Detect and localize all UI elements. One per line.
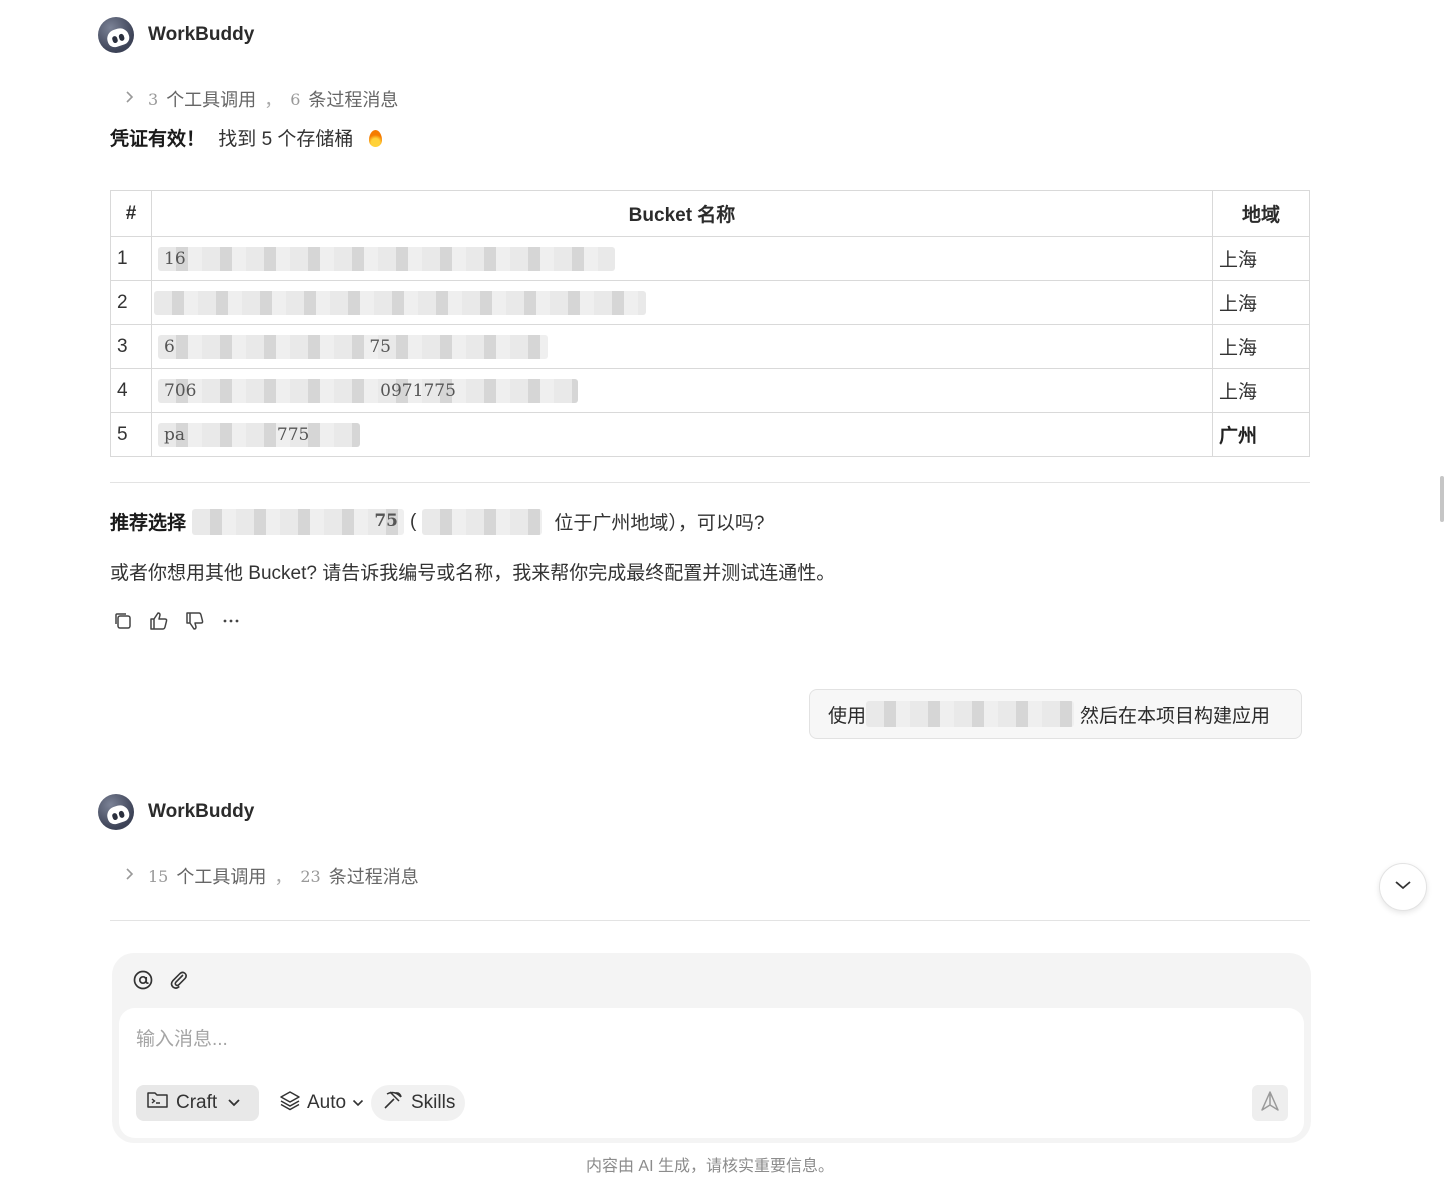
agent-name: WorkBuddy <box>148 24 255 45</box>
chevron-right-icon <box>124 90 140 109</box>
message-actions <box>112 610 242 632</box>
model-select[interactable]: Auto <box>269 1085 374 1121</box>
thumbs-up-icon[interactable] <box>148 610 170 632</box>
bucket-name-cell: 6 75 <box>151 324 1213 369</box>
lead-bold: 凭证有效！ <box>110 129 206 150</box>
row-index: 4 <box>110 368 152 413</box>
bucket-name-cell <box>151 280 1213 325</box>
table-row: 2 上海 <box>110 280 1310 325</box>
separator: ， <box>274 867 293 887</box>
scrollbar-thumb[interactable] <box>1440 476 1444 522</box>
process-summary-toggle[interactable]: 15 个工具调用 ， 23 条过程消息 <box>124 863 419 889</box>
row-index: 2 <box>110 280 152 325</box>
message-count: 6 <box>290 89 301 109</box>
message-label: 条过程消息 <box>308 90 399 110</box>
paren: ( <box>410 510 417 532</box>
agent-name: WorkBuddy <box>148 801 255 822</box>
masked-bucket-name <box>154 290 646 315</box>
chevron-down-icon <box>227 1092 241 1114</box>
masked-bucket-name: 6 75 <box>158 334 548 359</box>
message-input[interactable]: 输入消息... Craft Auto Skills <box>119 1008 1304 1138</box>
divider <box>110 482 1310 483</box>
recommend-bold: 推荐选择 <box>110 513 187 534</box>
row-index: 3 <box>110 324 152 369</box>
user-message-suffix: 然后在本项目构建应用 <box>1080 705 1271 727</box>
copy-icon[interactable] <box>112 610 134 632</box>
lead-text: 找到 5 个存储桶 <box>218 129 354 150</box>
tool-label: 个工具调用 <box>176 867 267 887</box>
message-input-placeholder: 输入消息... <box>136 1029 228 1050</box>
region-cell: 广州 <box>1212 412 1310 457</box>
header-region: 地域 <box>1212 190 1310 237</box>
layers-icon <box>279 1089 301 1117</box>
table-row: 5 pa 775 广州 <box>110 412 1310 457</box>
region-cell: 上海 <box>1212 368 1310 413</box>
skills-button[interactable]: Skills <box>371 1085 466 1121</box>
chevron-down-icon <box>352 1092 364 1114</box>
bucket-table: # Bucket 名称 地域 1 16 上海 2 上海 3 6 75 上海 4 <box>110 190 1310 457</box>
user-message-prefix: 使用 <box>828 705 867 727</box>
user-message: 使用 然后在本项目构建应用 <box>809 689 1302 739</box>
tool-count: 15 <box>148 866 169 886</box>
follow-up-text: 或者你想用其他 Bucket? 请告诉我编号或名称，我来帮你完成最终配置并测试连… <box>110 563 836 584</box>
bucket-name-cell: 706 0971775 <box>151 368 1213 413</box>
send-icon <box>1259 1090 1281 1117</box>
ai-disclaimer: 内容由 AI 生成，请核实重要信息。 <box>585 1158 834 1175</box>
composer-tools <box>132 969 190 996</box>
agent-header: WorkBuddy <box>98 17 254 53</box>
region-cell: 上海 <box>1212 236 1310 281</box>
tool-count: 3 <box>148 89 159 109</box>
chevron-down-icon <box>1394 878 1412 896</box>
header-bucket-name: Bucket 名称 <box>151 190 1213 237</box>
masked-bucket-name: 706 0971775 <box>158 378 578 403</box>
at-icon[interactable] <box>132 969 154 996</box>
message-composer: 输入消息... Craft Auto Skills <box>112 953 1311 1143</box>
more-icon[interactable] <box>220 610 242 632</box>
masked-bucket-name: 75 <box>192 508 405 535</box>
tool-label: 个工具调用 <box>166 90 257 110</box>
paperclip-icon[interactable] <box>168 969 190 996</box>
scroll-to-bottom-button[interactable] <box>1379 863 1427 911</box>
row-index: 1 <box>110 236 152 281</box>
masked-bucket-name: 16 <box>158 246 615 271</box>
divider <box>110 920 1310 921</box>
header-index: # <box>110 190 152 237</box>
separator: ， <box>264 90 283 110</box>
send-button[interactable] <box>1252 1085 1288 1121</box>
agent-avatar <box>98 794 134 830</box>
masked-text <box>422 508 543 535</box>
agent-header: WorkBuddy <box>98 794 254 830</box>
message-label: 条过程消息 <box>328 867 419 887</box>
thumbs-down-icon[interactable] <box>184 610 206 632</box>
message-count: 23 <box>300 866 321 886</box>
table-row: 4 706 0971775 上海 <box>110 368 1310 413</box>
pickaxe-icon <box>381 1089 405 1117</box>
recommendation-line: 推荐选择 75 ( 位于广州地域），可以吗? <box>110 508 764 535</box>
chevron-right-icon <box>124 867 140 886</box>
process-summary-toggle[interactable]: 3 个工具调用 ， 6 条过程消息 <box>124 86 398 112</box>
region-cell: 上海 <box>1212 324 1310 369</box>
region-cell: 上海 <box>1212 280 1310 325</box>
table-row: 1 16 上海 <box>110 236 1310 281</box>
recommend-rest: 位于广州地域），可以吗? <box>554 513 765 534</box>
mode-select[interactable]: Craft <box>136 1085 259 1121</box>
bucket-name-cell: pa 775 <box>151 412 1213 457</box>
model-label: Auto <box>307 1092 347 1113</box>
mode-label: Craft <box>176 1092 218 1113</box>
agent-avatar <box>98 17 134 53</box>
folder-terminal-icon <box>146 1089 170 1117</box>
masked-bucket-name: pa 775 <box>158 422 360 447</box>
flame-icon <box>368 130 382 147</box>
masked-text <box>866 701 1075 727</box>
table-row: 3 6 75 上海 <box>110 324 1310 369</box>
region-bold: 广州 <box>1219 426 1258 447</box>
row-index: 5 <box>110 412 152 457</box>
result-lead: 凭证有效！ 找到 5 个存储桶 <box>110 124 382 151</box>
bucket-name-cell: 16 <box>151 236 1213 281</box>
skills-label: Skills <box>411 1092 456 1113</box>
